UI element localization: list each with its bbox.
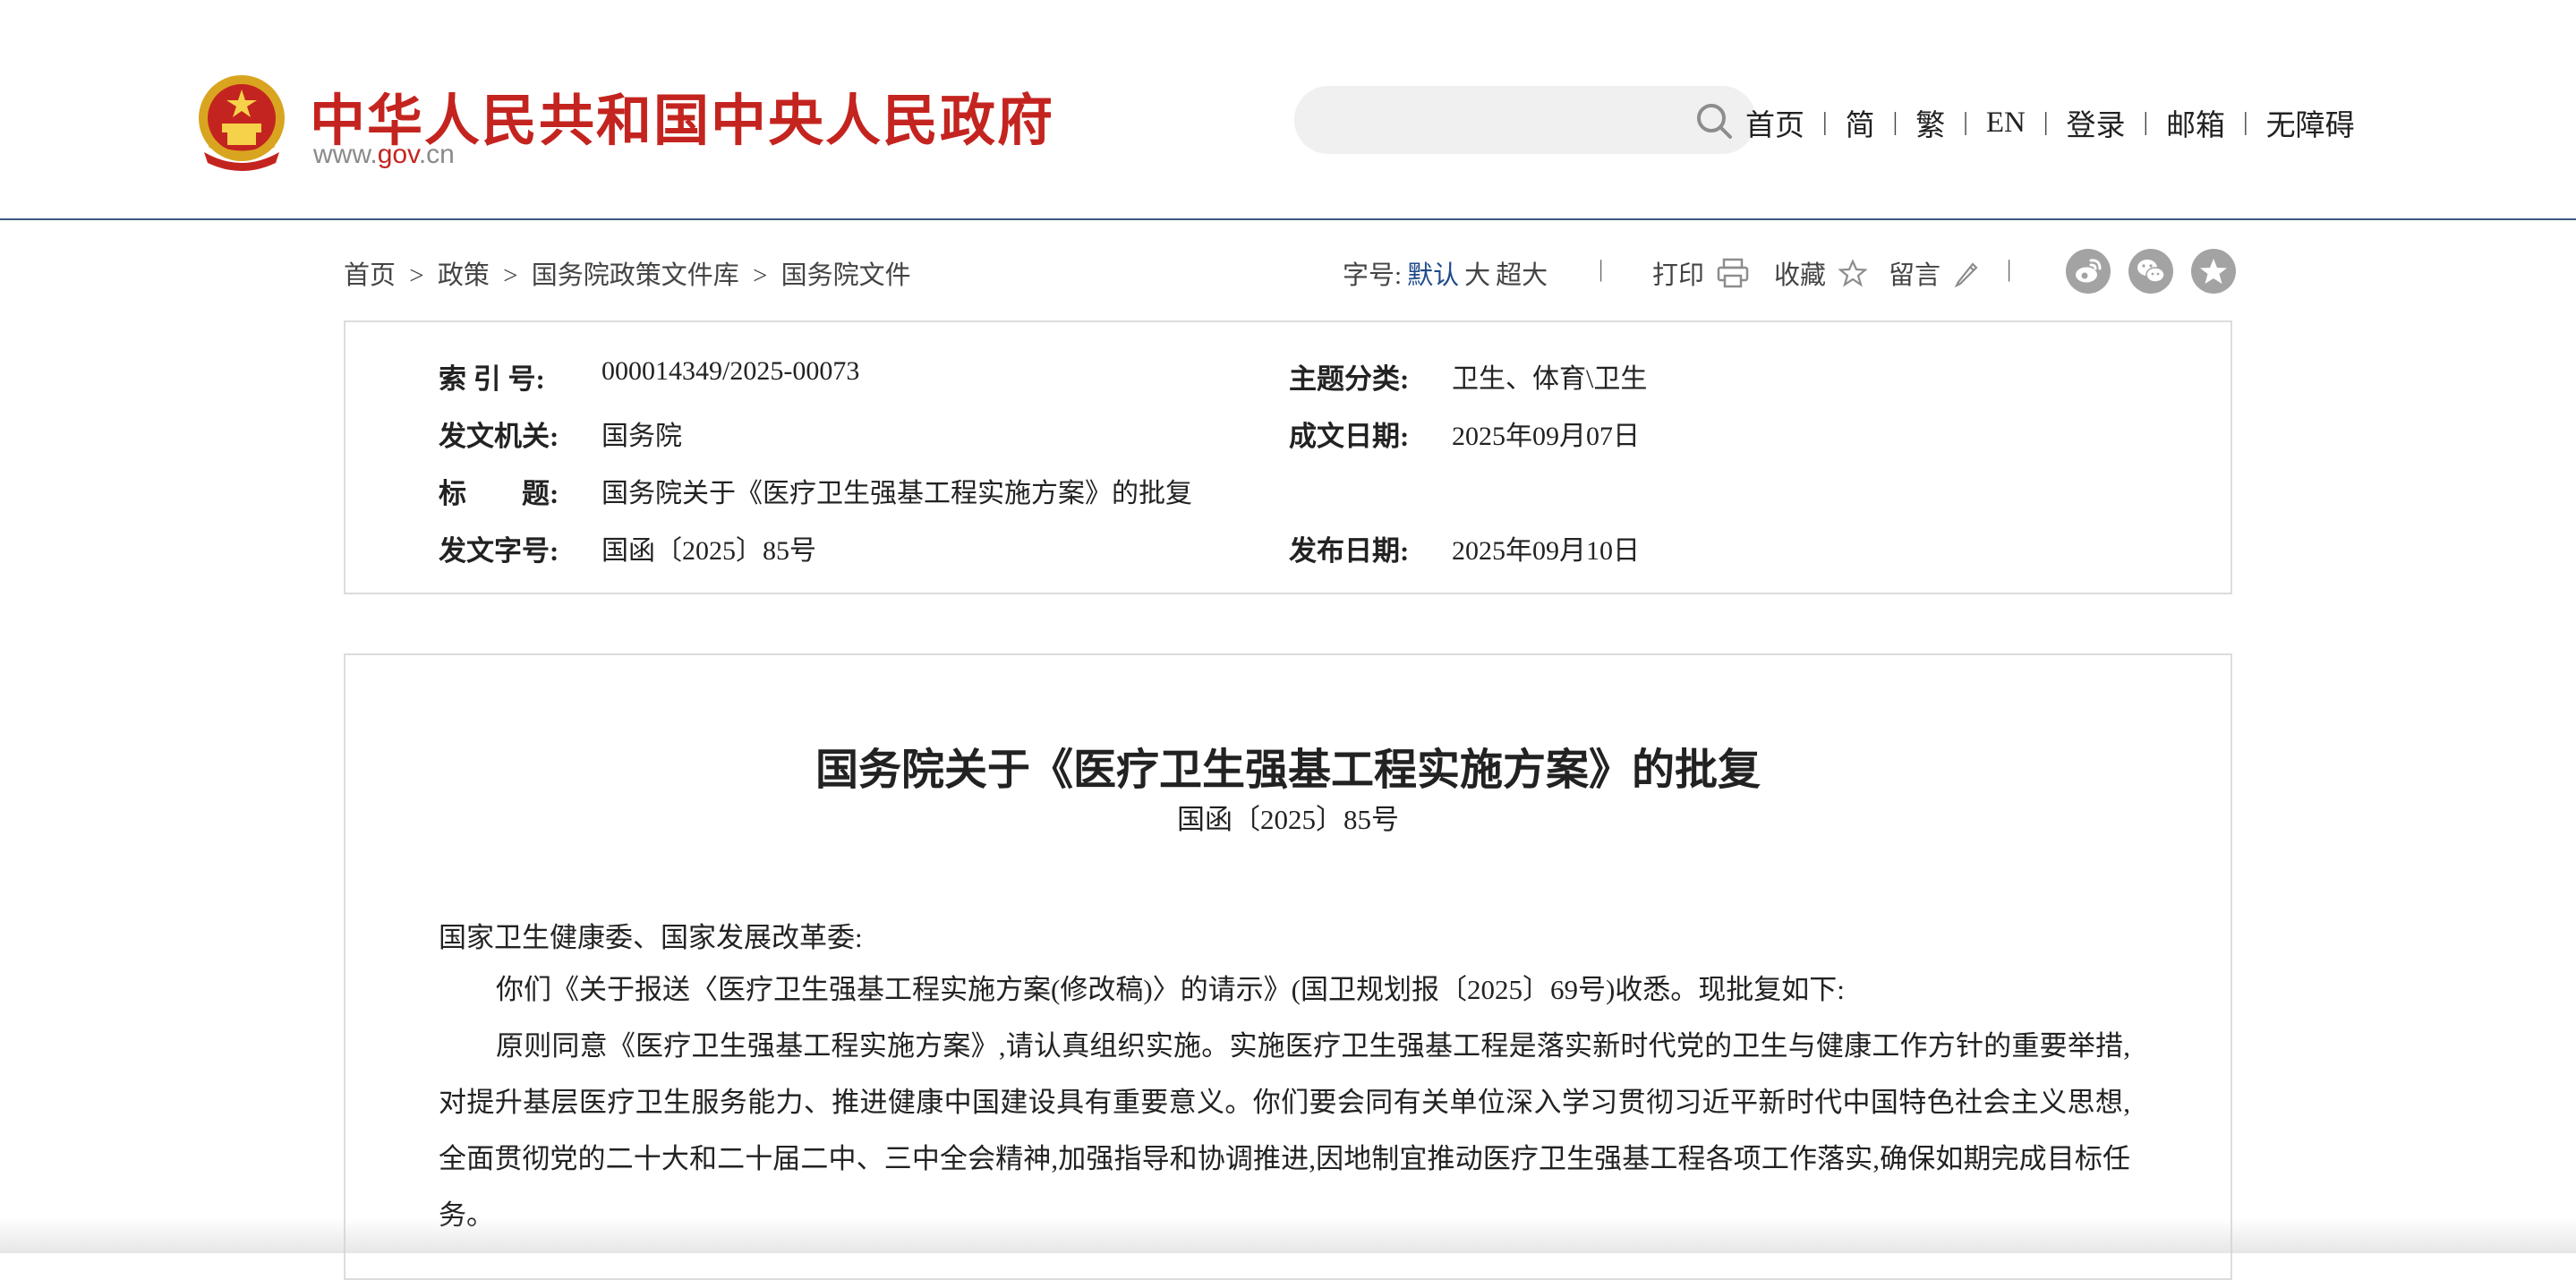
search-icon[interactable]: [1695, 102, 1733, 140]
comment-button[interactable]: 留言: [1889, 254, 1980, 292]
font-size-extra-large[interactable]: 超大: [1496, 254, 1548, 292]
breadcrumb-policy[interactable]: 政策: [438, 261, 490, 290]
article-paragraph: 你们《关于报送〈医疗卫生强基工程实施方案(修改稿)〉的请示》(国卫规划报〔202…: [496, 974, 1845, 1005]
meta-title-label: 标 题:: [439, 478, 559, 509]
nav-separator: |: [2043, 108, 2049, 136]
breadcrumb: 首页 > 政策 > 国务院政策文件库 > 国务院文件: [344, 254, 911, 292]
nav-separator: |: [2243, 108, 2248, 136]
national-emblem-icon[interactable]: [195, 73, 288, 174]
site-url[interactable]: www.gov.cn: [313, 140, 455, 170]
favorite-button[interactable]: 收藏: [1774, 254, 1868, 292]
toolbar-separator: |: [1599, 256, 1604, 282]
meta-title-value: 国务院关于《医疗卫生强基工程实施方案》的批复: [601, 479, 1192, 508]
wechat-icon: [2137, 260, 2165, 283]
meta-issuer-value: 国务院: [601, 422, 682, 451]
meta-doc-no-value: 国函〔2025〕85号: [601, 536, 816, 566]
site-url-prefix: www.: [313, 140, 378, 169]
font-size-default[interactable]: 默认: [1407, 254, 1459, 292]
weibo-icon: [2076, 259, 2102, 283]
font-size-controls: 字号: 默认 大 超大: [1343, 254, 1548, 292]
meta-index-label: 索 引 号:: [439, 363, 545, 395]
star-icon: [1838, 259, 1868, 287]
nav-separator: |: [2143, 108, 2149, 136]
article-title: 国务院关于《医疗卫生强基工程实施方案》的批复: [815, 747, 1761, 794]
search-box: [1294, 86, 1756, 154]
nav-separator: |: [1963, 108, 1968, 136]
meta-index-value: 000014349/2025-00073: [601, 356, 860, 386]
breadcrumb-home[interactable]: 首页: [344, 261, 396, 290]
site-url-domain: gov: [377, 140, 419, 169]
nav-separator: |: [1892, 108, 1898, 136]
meta-issuer-label: 发文机关:: [439, 421, 559, 452]
font-size-large[interactable]: 大: [1464, 254, 1490, 292]
font-size-label: 字号:: [1343, 261, 1403, 290]
meta-category-label: 主题分类:: [1289, 363, 1410, 395]
nav-login[interactable]: 登录: [2066, 101, 2125, 144]
meta-doc-no-label: 发文字号:: [439, 535, 559, 567]
nav-home[interactable]: 首页: [1745, 101, 1804, 144]
print-button[interactable]: 打印: [1652, 254, 1749, 292]
article-addressee: 国家卫生健康委、国家发展改革委:: [439, 922, 863, 953]
comment-label: 留言: [1889, 261, 1941, 290]
nav-mail[interactable]: 邮箱: [2166, 101, 2225, 144]
printer-icon: [1717, 258, 1749, 288]
nav-separator: |: [1822, 108, 1828, 136]
article-doc-number: 国函〔2025〕85号: [1177, 804, 1399, 835]
breadcrumb-state-council-docs[interactable]: 国务院文件: [781, 261, 911, 290]
site-url-suffix: .cn: [418, 140, 455, 169]
meta-written-date-label: 成文日期:: [1289, 421, 1410, 452]
nav-english[interactable]: EN: [1986, 107, 2026, 140]
share-favorite-button[interactable]: [2191, 249, 2236, 294]
site-header: 中华人民共和国中央人民政府 www.gov.cn 首页 | 简 | 繁 | EN…: [0, 0, 2576, 220]
breadcrumb-separator: >: [409, 261, 424, 290]
star-badge-icon: [2200, 259, 2227, 284]
share-weibo-button[interactable]: [2066, 249, 2111, 294]
search-input[interactable]: [1321, 97, 1683, 145]
meta-publish-date-value: 2025年09月10日: [1452, 536, 1640, 566]
share-wechat-button[interactable]: [2128, 249, 2173, 294]
meta-written-date-value: 2025年09月07日: [1452, 422, 1640, 451]
nav-traditional[interactable]: 繁: [1915, 101, 1945, 144]
breadcrumb-separator: >: [503, 261, 518, 290]
toolbar-separator: |: [2007, 256, 2012, 282]
meta-category-value: 卫生、体育\卫生: [1452, 364, 1648, 394]
meta-publish-date-label: 发布日期:: [1289, 535, 1410, 567]
breadcrumb-separator: >: [753, 261, 768, 290]
favorite-label: 收藏: [1774, 261, 1827, 290]
nav-simplified[interactable]: 简: [1846, 101, 1875, 144]
print-label: 打印: [1652, 261, 1705, 290]
article-paragraph: 原则同意《医疗卫生强基工程实施方案》,请认真组织实施。实施医疗卫生强基工程是落实…: [439, 1030, 2130, 1231]
pencil-icon: [1954, 262, 1978, 287]
top-nav: 首页 | 简 | 繁 | EN | 登录 | 邮箱 | 无障碍: [1745, 100, 2355, 145]
nav-accessibility[interactable]: 无障碍: [2266, 101, 2355, 144]
breadcrumb-policy-library[interactable]: 国务院政策文件库: [532, 261, 739, 290]
